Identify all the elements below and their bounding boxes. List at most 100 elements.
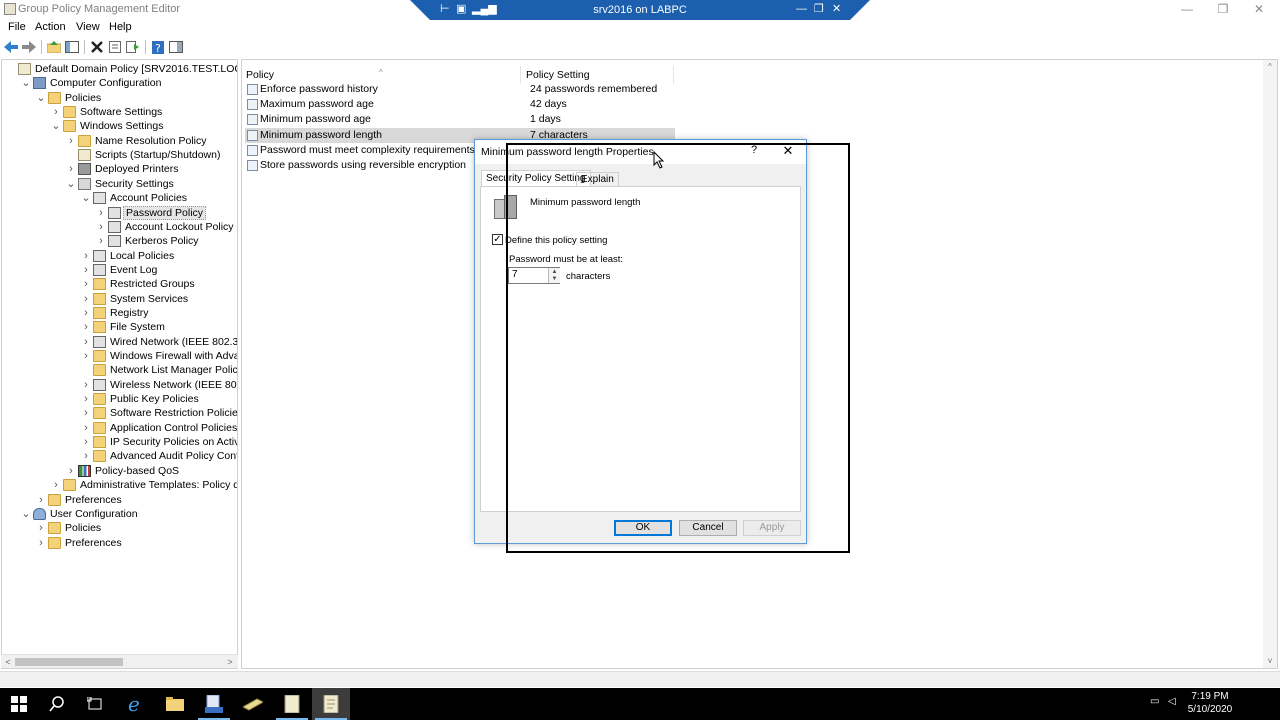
- tree-item[interactable]: › File System: [2, 320, 237, 334]
- tree-item[interactable]: › Registry: [2, 306, 237, 320]
- expand-chevron-icon[interactable]: ›: [81, 249, 91, 263]
- tree-item[interactable]: › Kerberos Policy: [2, 234, 237, 248]
- collapse-chevron-icon[interactable]: ⌄: [21, 76, 31, 90]
- gpm-editor-icon[interactable]: [312, 688, 350, 720]
- tree-item[interactable]: › Password Policy: [2, 205, 237, 220]
- expand-chevron-icon[interactable]: ›: [96, 220, 106, 234]
- apply-button[interactable]: Apply: [743, 520, 801, 536]
- gpm-console-icon[interactable]: [273, 688, 311, 720]
- server-manager-icon[interactable]: [195, 688, 233, 720]
- ok-button[interactable]: OK: [614, 520, 672, 536]
- collapse-chevron-icon[interactable]: ⌄: [51, 119, 61, 133]
- delete-icon[interactable]: [89, 39, 105, 55]
- expand-chevron-icon[interactable]: ›: [96, 234, 106, 248]
- scroll-right-icon[interactable]: >: [223, 655, 237, 669]
- table-row[interactable]: Maximum password age 42 days: [245, 97, 675, 112]
- tree-item[interactable]: › Restricted Groups: [2, 277, 237, 291]
- details-vertical-scrollbar[interactable]: ^ v: [1263, 60, 1277, 668]
- internet-explorer-icon[interactable]: e: [117, 688, 155, 720]
- collapse-chevron-icon[interactable]: ⌄: [21, 507, 31, 521]
- tab-explain[interactable]: Explain: [576, 172, 619, 186]
- expand-chevron-icon[interactable]: ›: [36, 521, 46, 535]
- tree-item[interactable]: › Administrative Templates: Policy defini…: [2, 478, 237, 492]
- scroll-down-icon[interactable]: v: [1263, 654, 1277, 668]
- expand-chevron-icon[interactable]: ›: [81, 378, 91, 392]
- tree-item[interactable]: › Public Key Policies: [2, 392, 237, 406]
- maximize-button[interactable]: ❐: [1208, 1, 1238, 19]
- tree-item[interactable]: ⌄ Policies: [2, 91, 237, 105]
- start-button[interactable]: [0, 688, 38, 720]
- cancel-button[interactable]: Cancel: [679, 520, 737, 536]
- tree-item[interactable]: › Software Settings: [2, 105, 237, 119]
- collapse-chevron-icon[interactable]: ⌄: [81, 191, 91, 205]
- remote-close-button[interactable]: ✕: [832, 3, 841, 15]
- tree-item[interactable]: › Wired Network (IEEE 802.3) Polici: [2, 335, 237, 349]
- expand-chevron-icon[interactable]: ›: [81, 406, 91, 420]
- tree-horizontal-scrollbar[interactable]: < >: [1, 654, 238, 668]
- export-list-icon[interactable]: [125, 39, 141, 55]
- remote-restore-button[interactable]: ❐: [814, 3, 824, 15]
- tree-item[interactable]: ⌄ Security Settings: [2, 177, 237, 191]
- show-action-pane-icon[interactable]: [168, 39, 184, 55]
- expand-chevron-icon[interactable]: ›: [81, 320, 91, 334]
- tree-item[interactable]: › Preferences: [2, 536, 237, 550]
- tree-item[interactable]: › Account Lockout Policy: [2, 220, 237, 234]
- expand-chevron-icon[interactable]: ›: [81, 263, 91, 277]
- scroll-thumb[interactable]: [15, 658, 123, 666]
- dialog-title-bar[interactable]: Minimum password length Properties ? ✕: [475, 140, 806, 164]
- scroll-left-icon[interactable]: <: [1, 655, 15, 669]
- network-icon[interactable]: ▭: [1150, 696, 1159, 707]
- expand-chevron-icon[interactable]: ›: [36, 493, 46, 507]
- tree-item[interactable]: ⌄ User Configuration: [2, 507, 237, 521]
- tree-item[interactable]: › Policy-based QoS: [2, 464, 237, 478]
- tree-item[interactable]: › Advanced Audit Policy Configura: [2, 449, 237, 463]
- expand-chevron-icon[interactable]: ›: [96, 206, 106, 220]
- tools-icon[interactable]: [234, 688, 272, 720]
- file-explorer-icon[interactable]: [156, 688, 194, 720]
- tree-item[interactable]: › Application Control Policies: [2, 421, 237, 435]
- expand-chevron-icon[interactable]: ›: [81, 421, 91, 435]
- back-arrow-icon[interactable]: [3, 39, 19, 55]
- tree-item[interactable]: Default Domain Policy [SRV2016.TEST.LOCA…: [2, 62, 237, 76]
- expand-chevron-icon[interactable]: ›: [81, 292, 91, 306]
- tree-item[interactable]: ⌄ Computer Configuration: [2, 76, 237, 90]
- tree-item[interactable]: › Local Policies: [2, 249, 237, 263]
- forward-arrow-icon[interactable]: [21, 39, 37, 55]
- remote-minimize-button[interactable]: —: [796, 3, 807, 15]
- properties-icon[interactable]: [107, 39, 123, 55]
- tree-item[interactable]: Network List Manager Policies: [2, 363, 237, 377]
- table-row[interactable]: Minimum password age 1 days: [245, 112, 675, 127]
- help-icon[interactable]: ?: [150, 39, 166, 55]
- menu-action[interactable]: Action: [35, 21, 66, 33]
- define-policy-label[interactable]: Define this policy setting: [505, 235, 607, 246]
- clock[interactable]: 7:19 PM 5/10/2020: [1182, 690, 1238, 716]
- tree-item[interactable]: ⌄ Windows Settings: [2, 119, 237, 133]
- expand-chevron-icon[interactable]: ›: [81, 449, 91, 463]
- collapse-chevron-icon[interactable]: ⌄: [66, 177, 76, 191]
- expand-chevron-icon[interactable]: ›: [81, 277, 91, 291]
- tree-item[interactable]: › Event Log: [2, 263, 237, 277]
- dialog-close-button[interactable]: ✕: [781, 143, 795, 159]
- volume-icon[interactable]: ◁: [1168, 696, 1176, 707]
- tab-security-policy-setting[interactable]: Security Policy Setting: [481, 170, 591, 187]
- tree-item[interactable]: › Wireless Network (IEEE 802.11) Pc: [2, 378, 237, 392]
- tree-item[interactable]: › Name Resolution Policy: [2, 134, 237, 148]
- close-window-button[interactable]: ✕: [1244, 1, 1274, 19]
- table-row[interactable]: Enforce password history 24 passwords rem…: [245, 82, 675, 97]
- password-length-stepper[interactable]: 7 ▲ ▼: [508, 267, 560, 284]
- menu-view[interactable]: View: [76, 21, 100, 33]
- expand-chevron-icon[interactable]: ›: [66, 464, 76, 478]
- expand-chevron-icon[interactable]: ›: [36, 536, 46, 550]
- tree-item[interactable]: › Policies: [2, 521, 237, 535]
- tree-item[interactable]: › Windows Firewall with Advanced: [2, 349, 237, 363]
- expand-chevron-icon[interactable]: ›: [66, 162, 76, 176]
- up-folder-icon[interactable]: [46, 39, 62, 55]
- task-view-icon[interactable]: [76, 688, 114, 720]
- expand-chevron-icon[interactable]: ›: [51, 105, 61, 119]
- scroll-up-icon[interactable]: ^: [1263, 60, 1277, 74]
- minimize-button[interactable]: —: [1172, 1, 1202, 19]
- expand-chevron-icon[interactable]: ›: [81, 435, 91, 449]
- expand-chevron-icon[interactable]: ›: [66, 134, 76, 148]
- tree-item[interactable]: › System Services: [2, 292, 237, 306]
- tree-item[interactable]: › Software Restriction Policies: [2, 406, 237, 420]
